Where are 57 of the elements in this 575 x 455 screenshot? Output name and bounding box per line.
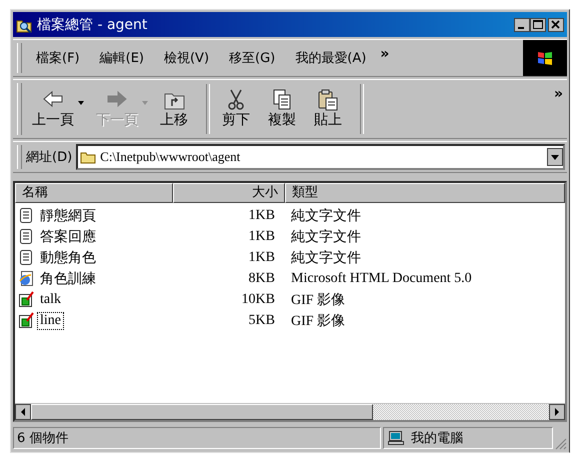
table-cell-text: 1KB — [248, 250, 276, 266]
windows-flag-icon — [535, 49, 555, 67]
resize-grip-icon — [555, 438, 567, 450]
table-cell-text: 8KB — [248, 270, 276, 286]
text-file-icon — [18, 228, 34, 245]
menu-item[interactable]: 編輯(E) — [90, 49, 154, 67]
file-name[interactable]: 角色訓練 — [37, 268, 99, 288]
table-cell-text: 1KB — [248, 228, 276, 244]
toolbar-button[interactable]: 剪下 — [216, 87, 256, 131]
file-name[interactable]: line — [37, 312, 64, 330]
table-cell-text: 1KB — [248, 208, 276, 224]
window-title: 檔案總管 - agent — [37, 16, 148, 34]
close-button[interactable] — [548, 18, 564, 32]
minimize-button[interactable] — [514, 18, 530, 32]
table-cell-text: 純文字文件 — [290, 249, 362, 266]
dropdown-button[interactable] — [547, 148, 563, 166]
address-label: 網址(D) — [26, 149, 74, 166]
address-field[interactable]: C:\Inetpub\wwwroot\agent — [76, 144, 565, 170]
maximize-button[interactable] — [530, 18, 546, 32]
file-name[interactable]: 靜態網頁 — [37, 206, 99, 226]
scroll-left-button[interactable] — [15, 404, 31, 420]
file-name[interactable]: talk — [37, 290, 64, 308]
clipboard-icon — [317, 89, 339, 111]
overflow-button[interactable]: » — [376, 46, 394, 62]
column-header[interactable]: 大小 — [173, 183, 285, 203]
toolbar-button[interactable]: 複製 — [262, 87, 302, 131]
scrollbar-thumb[interactable] — [31, 404, 373, 420]
image-file-icon — [18, 312, 34, 329]
table-cell-text: GIF 影像 — [290, 292, 346, 308]
table-cell-text: GIF 影像 — [290, 312, 346, 330]
computer-icon — [387, 430, 405, 446]
menu-item[interactable]: 移至(G) — [219, 49, 286, 67]
menu-item[interactable]: 檔案(F) — [26, 49, 90, 67]
status-count: 6 個物件 — [13, 427, 381, 449]
status-zone: 我的電腦 — [411, 430, 463, 447]
toolbar-button[interactable]: 貼上 — [308, 87, 348, 131]
table-cell-text: 5KB — [248, 312, 276, 328]
text-file-icon — [18, 207, 34, 224]
column-header[interactable]: 名稱 — [15, 183, 173, 203]
scroll-right-button[interactable] — [549, 404, 565, 420]
toolbar-button[interactable]: 上移 — [154, 87, 194, 131]
file-name[interactable]: 答案回應 — [37, 226, 99, 246]
file-name[interactable]: 動態角色 — [37, 248, 99, 268]
image-file-icon — [18, 291, 34, 308]
menu-item[interactable]: 檢視(V) — [154, 49, 220, 67]
overflow-button[interactable]: » — [550, 86, 567, 102]
column-header[interactable]: 類型 — [285, 183, 565, 203]
html-document-icon — [18, 270, 34, 287]
table-cell-text: 純文字文件 — [290, 207, 362, 224]
menu-item[interactable]: 我的最愛(A) — [285, 49, 376, 67]
toolbar-button[interactable]: 上一頁 — [26, 87, 80, 131]
table-cell-text: 10KB — [240, 292, 276, 308]
folder-icon — [80, 150, 96, 164]
text-file-icon — [18, 249, 34, 266]
table-cell-text: 純文字文件 — [290, 228, 362, 246]
table-cell-text: Microsoft HTML Document 5.0 — [290, 270, 473, 286]
copy-icon — [271, 89, 293, 111]
